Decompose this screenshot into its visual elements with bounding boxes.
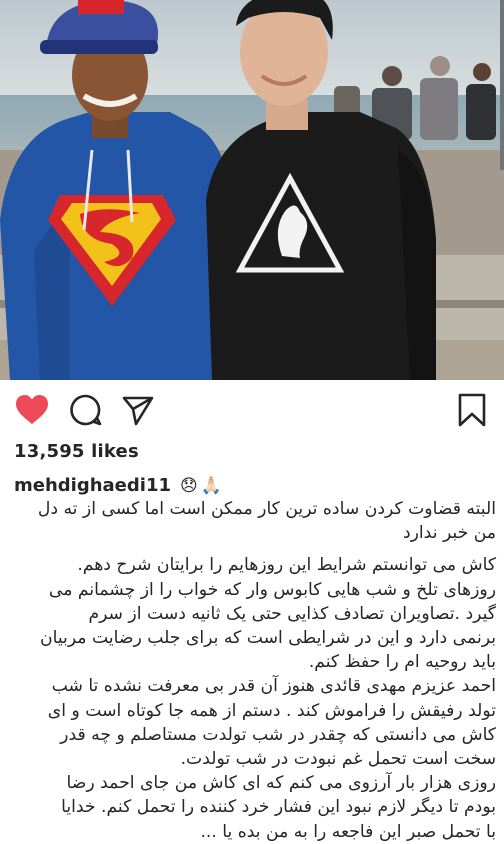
praying-hands-emoji: 🙏🏻 xyxy=(200,475,222,496)
post-action-bar xyxy=(0,380,504,440)
caption-line: سخت است تحمل غم نبودت در شب تولدت. xyxy=(180,749,496,770)
caption-header: mehdighaedi11 😞 🙏🏻 xyxy=(14,475,222,496)
caption-line: کاش می دانستی که چقدر در شب تولدت مستاصل… xyxy=(60,724,496,745)
caption-line: روزهای تلخ و شب هایی کابوس وار که خواب ر… xyxy=(48,579,496,600)
caption-line: کاش می توانستم شرایط این روزهایم را برای… xyxy=(77,555,496,576)
heart-icon[interactable] xyxy=(14,392,50,428)
send-icon[interactable] xyxy=(120,392,156,428)
comment-icon[interactable] xyxy=(68,392,104,428)
bookmark-icon[interactable] xyxy=(454,392,490,428)
caption-line: من خبر ندارد xyxy=(402,523,496,544)
username-link[interactable]: mehdighaedi11 xyxy=(14,475,171,496)
post-caption: البته قضاوت کردن ساده ترین کار ممکن است … xyxy=(10,497,496,844)
sad-face-emoji: 😞 xyxy=(180,475,198,496)
caption-line: با تحمل صبر این فاجعه را به من بده یا ..… xyxy=(200,821,496,842)
caption-line: احمد عزیزم مهدی قائدی هنوز آن قدر بی معر… xyxy=(51,676,496,697)
caption-line: البته قضاوت کردن ساده ترین کار ممکن است … xyxy=(37,499,496,519)
caption-line: برنمی دارد و این در شرایطی است که برای ج… xyxy=(39,628,496,649)
likes-count[interactable]: 13,595 likes xyxy=(14,441,139,462)
caption-line: گیرد .تصاویران تصادف کذایی حتی یک ثانیه … xyxy=(88,603,496,624)
caption-line: باید روحیه ام را حفظ کنم. xyxy=(308,652,496,673)
post-photo[interactable] xyxy=(0,0,504,380)
caption-line: روزی هزار بار آرزوی می کنم که ای کاش من … xyxy=(66,773,496,794)
caption-line: بودم تا دیگر لازم نبود این فشار خرد کنند… xyxy=(61,797,496,818)
caption-line: تولد رفیقش را فراموش کند . دستم از همه ج… xyxy=(47,700,496,721)
post-image xyxy=(0,0,504,380)
